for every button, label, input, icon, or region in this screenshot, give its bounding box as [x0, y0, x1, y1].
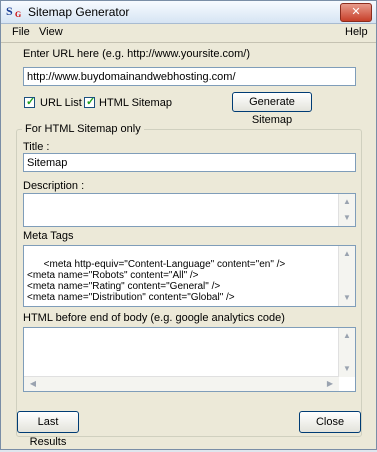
- check-icon: ✓: [86, 96, 96, 108]
- meta-tags-scrollbar[interactable]: ▲ ▼: [338, 246, 355, 306]
- description-textarea[interactable]: ▲ ▼: [23, 193, 356, 227]
- html-sitemap-checkbox[interactable]: ✓: [84, 96, 96, 108]
- description-label: Description :: [23, 180, 85, 192]
- scroll-right-icon[interactable]: ▶: [323, 377, 337, 391]
- url-input[interactable]: http://www.buydomainandwebhosting.com/: [23, 67, 356, 86]
- scroll-down-icon[interactable]: ▼: [339, 212, 355, 224]
- description-scrollbar[interactable]: ▲ ▼: [338, 194, 355, 226]
- menu-file[interactable]: File: [12, 26, 30, 38]
- window-title: Sitemap Generator: [28, 5, 130, 19]
- meta-tags-textarea[interactable]: <meta http-equiv="Content-Language" cont…: [23, 245, 356, 307]
- scroll-up-icon[interactable]: ▲: [339, 330, 355, 342]
- body-code-textarea[interactable]: ▲ ▼ ◀ ▶: [23, 327, 356, 392]
- body-code-vscrollbar[interactable]: ▲ ▼: [338, 328, 355, 377]
- last-results-button[interactable]: Last Results: [17, 411, 79, 448]
- menu-help[interactable]: Help: [345, 26, 368, 38]
- generate-sitemap-button[interactable]: Generate Sitemap: [232, 92, 312, 126]
- app-window: S G Sitemap Generator ✕ File View Help E…: [0, 0, 377, 450]
- main-panel: Enter URL here (e.g. http://www.yoursite…: [1, 43, 376, 449]
- title-bar[interactable]: S G Sitemap Generator ✕: [1, 1, 376, 24]
- title-label: Title :: [23, 141, 50, 153]
- meta-tags-label: Meta Tags: [23, 230, 74, 242]
- scroll-up-icon[interactable]: ▲: [339, 248, 355, 260]
- url-list-checkbox[interactable]: ✓: [24, 96, 36, 108]
- close-button[interactable]: Close: [299, 411, 361, 433]
- menu-bar: File View Help: [1, 24, 376, 43]
- scroll-down-icon[interactable]: ▼: [339, 363, 355, 375]
- html-sitemap-label[interactable]: HTML Sitemap: [99, 97, 172, 109]
- body-code-label: HTML before end of body (e.g. google ana…: [23, 312, 285, 324]
- window-close-button[interactable]: ✕: [340, 3, 372, 22]
- url-list-label[interactable]: URL List: [40, 97, 82, 109]
- check-icon: ✓: [26, 96, 36, 108]
- html-sitemap-group-title: For HTML Sitemap only: [22, 123, 144, 135]
- title-input[interactable]: Sitemap: [23, 153, 356, 172]
- scroll-up-icon[interactable]: ▲: [339, 196, 355, 208]
- meta-tags-text: <meta http-equiv="Content-Language" cont…: [27, 259, 286, 303]
- app-icon: S G: [6, 4, 22, 19]
- menu-view[interactable]: View: [39, 26, 63, 38]
- scroll-down-icon[interactable]: ▼: [339, 292, 355, 304]
- body-code-hscrollbar[interactable]: ◀ ▶: [24, 376, 339, 391]
- url-label: Enter URL here (e.g. http://www.yoursite…: [23, 48, 251, 60]
- scroll-left-icon[interactable]: ◀: [26, 377, 40, 391]
